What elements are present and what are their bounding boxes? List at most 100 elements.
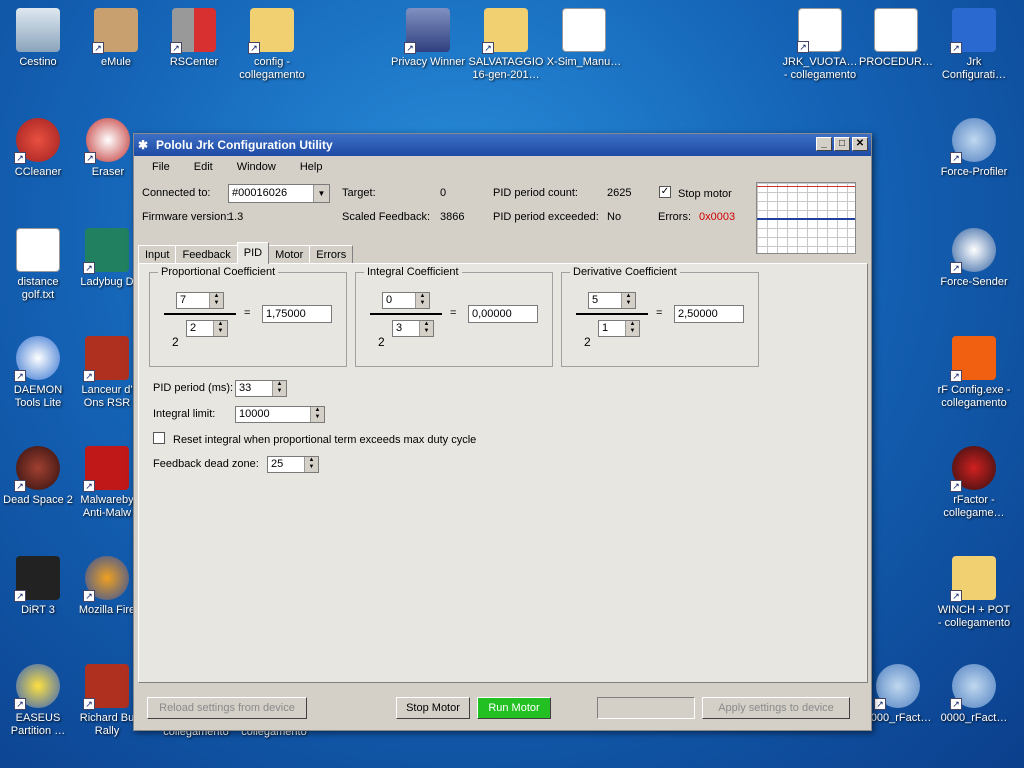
- pid-period-stepper[interactable]: 33 ▲ ▼: [235, 380, 287, 397]
- desktop-icon-winch-pot[interactable]: ↗ WINCH + POT - collegamento: [936, 556, 1012, 630]
- proportional-result: 1,75000: [262, 305, 332, 323]
- title-bar[interactable]: ✱ Pololu Jrk Configuration Utility _ □ ✕: [134, 134, 871, 156]
- errors-value: 0x0003: [699, 211, 736, 223]
- menu-edit[interactable]: Edit: [182, 161, 225, 173]
- stepper-arrows-icon[interactable]: ▲ ▼: [419, 321, 433, 336]
- stepper-value: 5: [592, 294, 599, 306]
- reload-settings-button[interactable]: Reload settings from device: [147, 697, 307, 719]
- desktop-icon-richard-burns[interactable]: ↗ Richard Bu Rally: [78, 664, 136, 738]
- stepper-arrows-icon[interactable]: ▲ ▼: [209, 293, 223, 308]
- reset-integral-checkbox[interactable]: [153, 432, 165, 444]
- desktop-icon-malwarebytes[interactable]: ↗ Malwareby Anti-Malw: [78, 446, 136, 520]
- apply-settings-button[interactable]: Apply settings to device: [702, 697, 850, 719]
- plot-graph[interactable]: [756, 182, 856, 254]
- desktop-icon-dirt3[interactable]: ↗ DiRT 3: [0, 556, 76, 617]
- menu-window[interactable]: Window: [225, 161, 288, 173]
- run-motor-button[interactable]: Run Motor: [477, 697, 551, 719]
- desktop-icon-force-profiler[interactable]: ↗ Force-Profiler: [936, 118, 1012, 179]
- stepper-arrows-icon[interactable]: ▲ ▼: [213, 321, 227, 336]
- folder-icon: ↗: [248, 8, 294, 54]
- desktop-icon-dead-space[interactable]: ↗ Dead Space 2: [0, 446, 76, 507]
- desktop-icon-daemon-tools[interactable]: ↗ DAEMON Tools Lite: [0, 336, 76, 410]
- jrk-window: ✱ Pololu Jrk Configuration Utility _ □ ✕…: [133, 133, 872, 731]
- tab-motor[interactable]: Motor: [268, 245, 311, 264]
- stepper-arrows-icon[interactable]: ▲ ▼: [272, 381, 286, 396]
- stepper-arrows-icon[interactable]: ▲ ▼: [310, 407, 324, 422]
- desktop-icon-label: Eraser: [91, 166, 125, 178]
- gear-icon: ↗: [874, 664, 920, 710]
- menu-file[interactable]: File: [140, 161, 182, 173]
- desktop-icon-label: EASEUS Partition …: [10, 712, 66, 737]
- stepper-value: 0: [386, 294, 393, 306]
- integral-exponent-stepper[interactable]: 3 ▲ ▼: [392, 320, 434, 337]
- proportional-exponent-stepper[interactable]: 2 ▲ ▼: [186, 320, 228, 337]
- integral-group: Integral Coefficient 0 ▲ ▼ 2 3 ▲ ▼ = 0,000…: [355, 266, 553, 367]
- stepper-arrows-icon[interactable]: ▲ ▼: [621, 293, 635, 308]
- desktop-icon-label: Force-Profiler: [940, 166, 1008, 178]
- desktop-icon-config[interactable]: ↗ config - collegamento: [234, 8, 310, 82]
- desktop-icon-emule[interactable]: ↗ eMule: [78, 8, 154, 69]
- desktop-icon-label: Jrk Configurati…: [941, 56, 1007, 81]
- integral-numerator-stepper[interactable]: 0 ▲ ▼: [382, 292, 430, 309]
- desktop-icon-privacy-winner[interactable]: ↗ Privacy Winner: [390, 8, 466, 69]
- proportional-numerator-stepper[interactable]: 7 ▲ ▼: [176, 292, 224, 309]
- pololu-icon: ✱: [138, 138, 149, 152]
- desktop-icon-lanceur[interactable]: ↗ Lanceur d' Ons RSR: [78, 336, 136, 410]
- desktop-icon-easeus[interactable]: ↗ EASEUS Partition …: [0, 664, 76, 738]
- fraction-bar: [164, 313, 236, 315]
- desktop-icon-rf-config[interactable]: ↗ rF Config.exe - collegamento: [936, 336, 1012, 410]
- desktop-icon-label: JRK_VUOTA… - collegamento: [782, 56, 858, 81]
- tab-pid[interactable]: PID: [236, 242, 270, 264]
- integral-limit-stepper[interactable]: 10000 ▲ ▼: [235, 406, 325, 423]
- desktop-icon-procedura[interactable]: PROCEDUR…: [858, 8, 934, 69]
- derivative-group: Derivative Coefficient 5 ▲ ▼ 2 1 ▲ ▼ = 2,5…: [561, 266, 759, 367]
- graph-line-red: [757, 186, 855, 187]
- desktop-icon-jrk-vuota[interactable]: ↗ JRK_VUOTA… - collegamento: [782, 8, 858, 82]
- desktop-icon-ladybug[interactable]: ↗ Ladybug D: [78, 228, 136, 289]
- desktop-icon-label: Malwareby Anti-Malw: [80, 494, 134, 519]
- scaled-feedback-value: 3866: [440, 211, 465, 223]
- ladybug-icon: ↗: [83, 228, 129, 274]
- stepper-arrows-icon[interactable]: ▲ ▼: [415, 293, 429, 308]
- desktop-icon-distance-golf[interactable]: distance golf.txt: [0, 228, 76, 302]
- desktop-icon-jrk-config[interactable]: ↗ Jrk Configurati…: [936, 8, 1012, 82]
- derivative-numerator-stepper[interactable]: 5 ▲ ▼: [588, 292, 636, 309]
- errors-label: Errors:: [658, 211, 691, 223]
- maximize-button[interactable]: □: [834, 137, 850, 151]
- lightning-icon: ↗: [14, 336, 60, 382]
- equals-sign: =: [244, 307, 251, 319]
- desktop-icon-eraser[interactable]: ↗ Eraser: [78, 118, 138, 179]
- status-area: Connected to: #00016026 ▼ Firmware versi…: [142, 180, 862, 250]
- device-select[interactable]: #00016026 ▼: [228, 184, 330, 203]
- desktop-icon-xsim-manual[interactable]: X-Sim_Manu…: [546, 8, 622, 69]
- proportional-group: Proportional Coefficient 7 ▲ ▼ 2 2 ▲ ▼ = 1…: [149, 266, 347, 367]
- deadzone-stepper[interactable]: 25 ▲ ▼: [267, 456, 319, 473]
- desktop-icon-firefox[interactable]: ↗ Mozilla Fire: [78, 556, 136, 617]
- stop-motor-checkbox[interactable]: ✓: [659, 186, 671, 198]
- desktop-icon-label: rFactor - collegame…: [943, 494, 1005, 519]
- stepper-arrows-icon[interactable]: ▲ ▼: [304, 457, 318, 472]
- stepper-arrows-icon[interactable]: ▲ ▼: [625, 321, 639, 336]
- text-file-icon: [16, 228, 60, 272]
- desktop-icon-rfactor-2[interactable]: ↗ 0000_rFact…: [936, 664, 1012, 725]
- desktop-icon-ccleaner[interactable]: ↗ CCleaner: [0, 118, 76, 179]
- desktop-icon-cestino[interactable]: Cestino: [0, 8, 76, 69]
- desktop-icon-label: CCleaner: [14, 166, 62, 178]
- stepper-value: 3: [396, 322, 403, 334]
- tab-errors[interactable]: Errors: [309, 245, 354, 264]
- tab-input[interactable]: Input: [138, 245, 177, 264]
- integral-title: Integral Coefficient: [364, 266, 462, 278]
- pid-panel: Proportional Coefficient 7 ▲ ▼ 2 2 ▲ ▼ = 1…: [138, 263, 868, 683]
- desktop-icon-salvataggio[interactable]: ↗ SALVATAGGIO 16-gen-201…: [468, 8, 544, 82]
- derivative-exponent-stepper[interactable]: 1 ▲ ▼: [598, 320, 640, 337]
- desktop-icon-force-sender[interactable]: ↗ Force-Sender: [936, 228, 1012, 289]
- desktop-icon-rscenter[interactable]: ↗ RSCenter: [156, 8, 232, 69]
- close-button[interactable]: ✕: [852, 137, 868, 151]
- minimize-button[interactable]: _: [816, 137, 832, 151]
- menu-help[interactable]: Help: [288, 161, 335, 173]
- chevron-down-icon[interactable]: ▼: [313, 185, 329, 202]
- stop-motor-button[interactable]: Stop Motor: [396, 697, 470, 719]
- wrench-icon: ↗: [950, 336, 996, 382]
- desktop-icon-rfactor[interactable]: ↗ rFactor - collegame…: [936, 446, 1012, 520]
- tab-feedback[interactable]: Feedback: [175, 245, 238, 264]
